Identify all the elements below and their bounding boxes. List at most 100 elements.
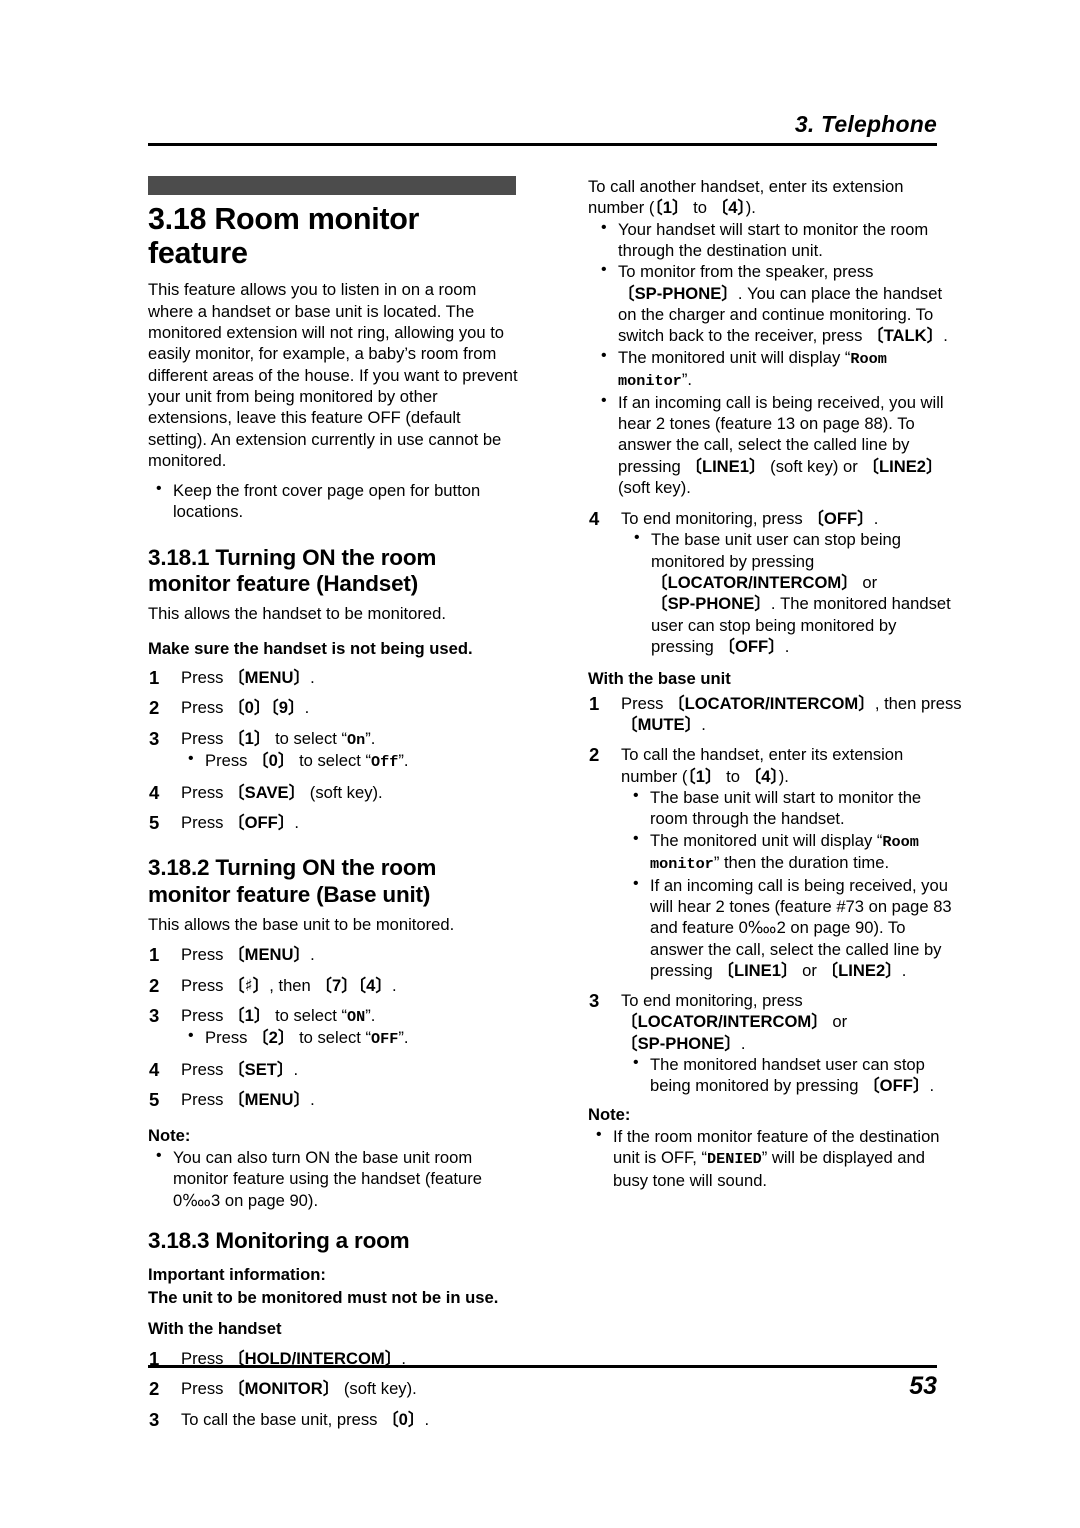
key-4: 4 [358,976,392,995]
bullet-text: The base unit user can stop being monito… [651,530,901,571]
step-item-4: 4 To end monitoring, press OFF. The base… [588,508,963,657]
step-text-end: ). [745,198,756,218]
key-mute: MUTE [621,715,701,734]
step-text-end: . [310,945,315,965]
display-value-off: OFF [371,1030,399,1049]
key-menu: MENU [228,668,310,687]
step-text-end: ”. [365,728,376,748]
step-text-mid: or [827,1012,848,1032]
page-title: 3.18 Room monitor feature [148,202,420,271]
key-save: SAVE [228,783,305,802]
step-item: Press ♯, then 74. [148,975,523,997]
key-2: 2 [252,1028,294,1047]
key-off: OFF [718,637,784,656]
key-1: 1 [228,1006,270,1025]
page-number: 53 [909,1372,937,1400]
list-item: If an incoming call is being received, y… [631,874,963,982]
key-off: OFF [228,813,294,832]
section-accent-bar [148,176,516,195]
key-locator-intercom: LOCATOR/INTERCOM [651,573,858,592]
subsection-2-note-list: You can also turn ON the base unit room … [148,1146,523,1211]
step-text-end: . [310,668,315,687]
key-off: OFF [807,509,873,528]
step-text: To call the base unit, press [181,1409,383,1429]
step-text-mid: to select “ [270,1005,347,1025]
key-locator-intercom: LOCATOR/INTERCOM [621,1012,828,1031]
subsection-title-3-18-3: 3.18.3 Monitoring a room [148,1227,410,1253]
page-header: 3. Telephone [148,111,937,147]
key-line1: LINE1 [685,457,765,476]
key-menu: MENU [228,945,310,964]
step-text-end: ). [778,766,789,786]
display-value-denied: DENIED [707,1150,762,1169]
subsection-1-precondition: Make sure the handset is not being used. [148,638,473,658]
step-item: Press MENU. [148,667,523,689]
key-line2: LINE2 [862,457,942,476]
bullet-text-2: ” then the duration time. [713,853,890,873]
continued-step-text: To call another handset, enter its exten… [588,176,963,219]
step-text-mid: to select “ [270,728,347,748]
bullet-text: Press [205,751,253,771]
display-value-off: Off [371,753,399,772]
step-text-end: . [740,1033,746,1053]
bullet-text: Your handset will start to monitor the r… [618,219,929,260]
key-sp-phone: SP-PHONE [651,594,771,613]
bullet-text: The monitored unit will display “ [650,830,883,850]
subsection-2-steps: Press MENU. Press ♯, then 74. Press 1 to… [148,944,523,1111]
subsection-1-steps: Press MENU. Press 09. Press 1 to select … [148,667,523,834]
bullet-text: To monitor from the speaker, press [618,262,874,282]
step-text: Press [181,1090,229,1110]
step-item: To end monitoring, press LOCATOR/INTERCO… [588,990,963,1097]
note-text: You can also turn ON the base unit room … [173,1147,483,1210]
subsection-2-intro: This allows the base unit to be monitore… [148,914,455,934]
key-sp-phone: SP-PHONE [621,1034,741,1053]
step-text: Press [181,782,229,802]
bullet-text-3: . [943,326,948,346]
list-item: The monitored handset user can stop bein… [631,1053,963,1097]
key-9: 9 [270,698,304,717]
display-value-on: On [347,730,366,749]
step-text: Press [181,698,229,718]
bullet-text-end: ”. [398,1028,409,1048]
step-text-mid: , then press [874,693,962,713]
note-label: Note: [148,1125,191,1145]
header-divider [148,143,937,147]
step-text: To end monitoring, press [621,509,808,529]
page-footer: 53 [148,1365,937,1401]
step-item: Press OFF. [148,812,523,834]
list-item: To monitor from the speaker, press SP-PH… [599,260,963,346]
bullet-text-mid: to select “ [294,751,371,771]
key-0: 0 [382,1410,424,1429]
key-line2: LINE2 [822,961,902,980]
bullet-text-mid: to select “ [294,1028,371,1048]
subsection-1-intro: This allows the handset to be monitored. [148,604,446,624]
bullet-text-4: . [784,637,790,656]
bullet-text: The monitored unit will display “ [618,347,851,367]
list-item: The base unit will start to monitor the … [631,786,963,830]
key-7: 7 [315,976,357,995]
step-text: To end monitoring, press [621,991,803,1011]
bullet-text-3: (soft key). [618,477,691,497]
list-item: Press 0 to select “Off”. [186,749,523,773]
key-off: OFF [863,1076,929,1095]
list-item: Press 2 to select “OFF”. [186,1026,523,1050]
right-column: To call another handset, enter its exten… [588,176,963,1191]
key-locator-intercom: LOCATOR/INTERCOM [668,694,875,713]
step-text: Press [181,1005,229,1025]
section-intro-bullet-list: Keep the front cover page open for butto… [148,479,523,523]
with-handset-label: With the handset [148,1318,282,1338]
key-sp-phone: SP-PHONE [618,284,738,303]
key-sharp: ♯ [228,976,269,995]
key-4: 4 [712,198,746,217]
key-4: 4 [745,767,779,786]
bullet-text-2: ”. [681,370,692,390]
step-text-mid: to [688,198,712,218]
bullet-text-2: (soft key) or [765,456,863,476]
step-4-bullets: The base unit user can stop being monito… [626,528,963,657]
key-set: SET [228,1060,293,1079]
footer-divider [148,1365,937,1368]
list-item: You can also turn ON the base unit room … [154,1146,523,1211]
left-column: 3.18 Room monitor feature This feature a… [148,176,523,1430]
step-item: Press MENU. [148,1089,523,1111]
bullet-text: The base unit will start to monitor the … [650,787,922,829]
